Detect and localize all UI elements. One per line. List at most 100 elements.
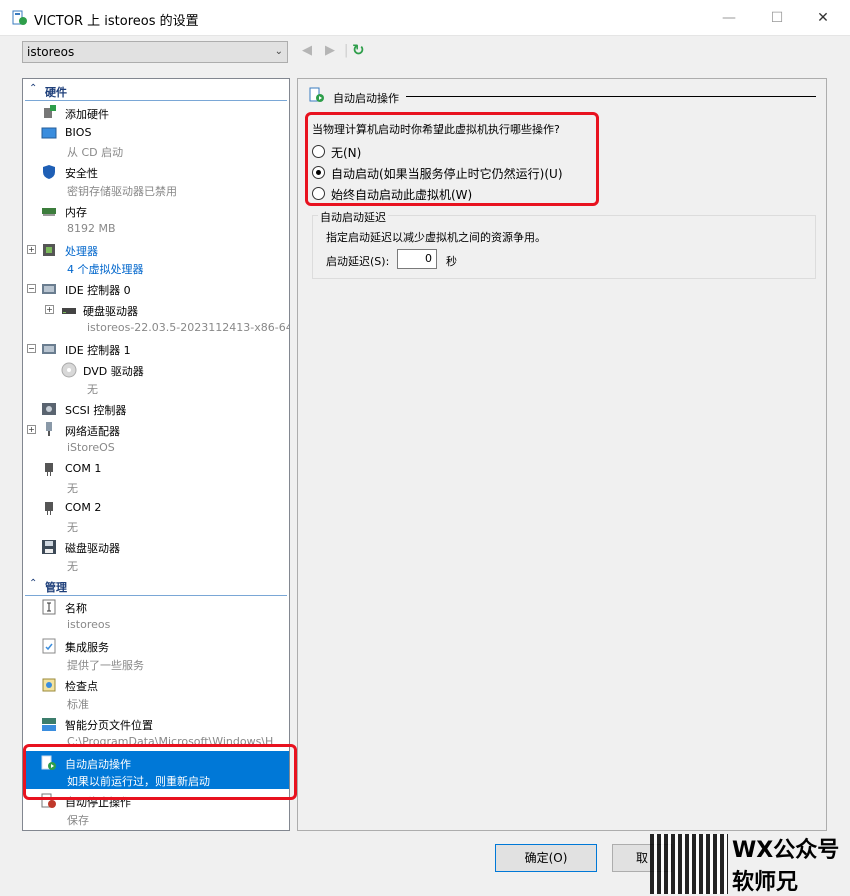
expand-icon[interactable]: +: [27, 425, 36, 434]
dvd-icon: [61, 362, 77, 378]
tree-item-dvd-drive[interactable]: DVD 驱动器 无: [23, 360, 287, 398]
tree-item-detail: 无: [67, 560, 78, 573]
startup-delay-group-title: 自动启动延迟: [318, 209, 388, 225]
tree-item-hard-drive[interactable]: + 硬盘驱动器 istoreos-22.03.5-2023112413-x86-…: [23, 300, 290, 338]
chevron-down-icon: ⌄: [274, 46, 283, 57]
highlight-box: [305, 112, 599, 206]
tree-item-label: 名称: [65, 602, 87, 615]
shield-icon: [43, 165, 55, 179]
maximize-button[interactable]: ☐: [760, 6, 794, 30]
tree-item-bios[interactable]: BIOS 从 CD 启动: [23, 123, 287, 161]
hardware-header-label: 硬件: [45, 86, 67, 99]
ide-controller-icon: [42, 344, 56, 354]
vm-select-value: istoreos: [27, 45, 75, 59]
tree-item-scsi-controller[interactable]: SCSI 控制器: [23, 399, 287, 419]
forward-button[interactable]: ▶: [325, 43, 335, 58]
panel-title: 自动启动操作: [333, 92, 399, 105]
ide-controller-icon: [42, 284, 56, 294]
name-field-icon: [42, 599, 56, 615]
tree-item-label: COM 1: [65, 462, 102, 475]
tree-item-memory[interactable]: 内存 8192 MB: [23, 201, 287, 239]
collapse-icon[interactable]: −: [27, 284, 36, 293]
tree-item-security[interactable]: 安全性 密钥存储驱动器已禁用: [23, 162, 287, 200]
tree-item-processor[interactable]: + 处理器 4 个虚拟处理器: [23, 240, 287, 278]
watermark-line-1: WX公众号: [732, 838, 840, 863]
hard-drive-icon: [62, 308, 76, 314]
tree-item-com1[interactable]: COM 1 无: [23, 459, 287, 497]
title-bar: VICTOR 上 istoreos 的设置 — ☐ ✕: [0, 0, 850, 36]
tree-item-label: BIOS: [65, 126, 92, 139]
add-hardware-icon: [44, 105, 56, 118]
tree-item-label: 磁盘驱动器: [65, 542, 120, 555]
tree-item-detail: 无: [67, 482, 78, 495]
close-button[interactable]: ✕: [806, 6, 840, 30]
collapse-icon[interactable]: −: [27, 344, 36, 353]
startup-delay-input[interactable]: 0: [397, 249, 437, 269]
auto-start-icon: [309, 87, 324, 102]
refresh-button[interactable]: ↻: [352, 41, 365, 59]
tree-item-ide-controller-0[interactable]: − IDE 控制器 0: [23, 279, 287, 299]
tree-item-label: 检查点: [65, 680, 98, 693]
startup-delay-unit: 秒: [446, 255, 457, 268]
expand-icon[interactable]: +: [45, 305, 54, 314]
management-section-header[interactable]: ⌃ 管理: [25, 576, 287, 596]
tree-item-detail: 提供了一些服务: [67, 659, 144, 672]
smart-paging-icon: [42, 718, 56, 731]
tree-item-detail: iStoreOS: [67, 441, 115, 454]
tree-item-label: 处理器: [65, 245, 98, 258]
tree-item-label: IDE 控制器 1: [65, 344, 131, 357]
tree-item-label: DVD 驱动器: [83, 365, 144, 378]
checkpoint-icon: [42, 678, 56, 692]
minimize-button[interactable]: —: [712, 6, 746, 30]
settings-tree[interactable]: ⌃ 硬件 添加硬件 BIOS 从 CD 启动 安全性 密钥存储驱动器已禁用 内存…: [22, 78, 290, 831]
tree-item-ide-controller-1[interactable]: − IDE 控制器 1: [23, 339, 287, 359]
window-title: VICTOR 上 istoreos 的设置: [34, 14, 199, 29]
tree-item-name[interactable]: 名称 istoreos: [23, 597, 287, 635]
tree-item-com2[interactable]: COM 2 无: [23, 498, 287, 536]
tree-item-label: 智能分页文件位置: [65, 719, 153, 732]
startup-delay-description: 指定启动延迟以减少虚拟机之间的资源争用。: [326, 231, 546, 244]
tree-item-detail: 无: [67, 521, 78, 534]
tree-item-label: IDE 控制器 0: [65, 284, 131, 297]
qr-code-image: [650, 834, 728, 894]
vm-select[interactable]: istoreos ⌄: [22, 41, 288, 63]
hardware-section-header[interactable]: ⌃ 硬件: [25, 81, 287, 101]
tree-item-add-hardware[interactable]: 添加硬件: [23, 103, 287, 123]
com-port-icon: [45, 502, 53, 515]
tree-item-label: 安全性: [65, 167, 98, 180]
tree-item-integration-services[interactable]: 集成服务 提供了一些服务: [23, 636, 287, 674]
watermark-line-2: 软师兄: [732, 870, 799, 895]
network-adapter-icon: [46, 422, 52, 436]
tree-item-detail: 从 CD 启动: [67, 146, 124, 159]
tree-item-detail: istoreos-22.03.5-2023112413-x86-64...: [87, 321, 290, 334]
scsi-controller-icon: [42, 403, 56, 415]
expand-icon[interactable]: +: [27, 245, 36, 254]
highlight-box: [23, 744, 297, 800]
tree-item-checkpoints[interactable]: 检查点 标准: [23, 675, 287, 713]
ok-button[interactable]: 确定(O): [495, 844, 597, 872]
tree-item-detail: 标准: [67, 698, 89, 711]
integration-services-icon: [42, 638, 56, 654]
tree-item-network-adapter[interactable]: + 网络适配器 iStoreOS: [23, 420, 287, 458]
startup-delay-label: 启动延迟(S):: [326, 255, 390, 268]
tree-item-label: 添加硬件: [65, 108, 109, 121]
tree-item-label: 内存: [65, 206, 87, 219]
tree-item-label: 网络适配器: [65, 425, 120, 438]
tree-item-label: 集成服务: [65, 641, 109, 654]
collapse-icon: ⌃: [29, 578, 38, 589]
tree-item-detail: 8192 MB: [67, 222, 116, 235]
tree-item-detail: istoreos: [67, 618, 111, 631]
tree-item-label: COM 2: [65, 501, 102, 514]
tree-item-detail: 无: [87, 383, 98, 396]
floppy-disk-icon: [42, 540, 56, 554]
com-port-icon: [45, 463, 53, 476]
panel-title-divider: [406, 96, 816, 97]
back-button[interactable]: ◀: [302, 43, 312, 58]
tree-item-label: SCSI 控制器: [65, 404, 127, 417]
processor-icon: [43, 244, 55, 256]
collapse-icon: ⌃: [29, 83, 38, 94]
tree-item-detail: 密钥存储驱动器已禁用: [67, 185, 177, 198]
tree-item-diskette-drive[interactable]: 磁盘驱动器 无: [23, 537, 287, 575]
memory-icon: [42, 208, 56, 216]
tree-item-detail: 保存: [67, 814, 89, 827]
